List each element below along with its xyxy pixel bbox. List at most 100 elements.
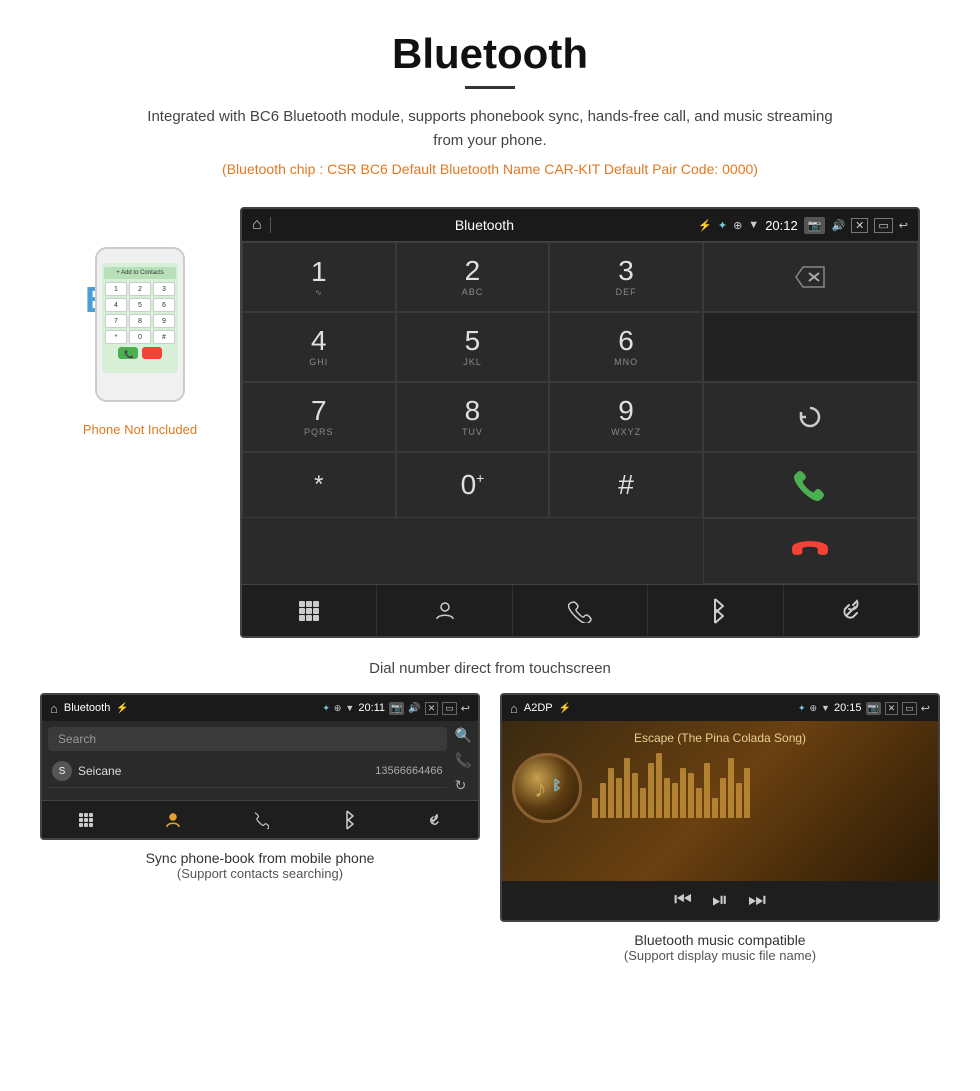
nav-call-pb[interactable] [216,801,303,838]
phone-key: 8 [129,314,151,328]
location-icon: ⊕ [733,219,742,232]
refresh-icon-side[interactable]: ↻ [455,777,472,794]
eq-bar [680,768,686,818]
svg-text:♪: ♪ [534,773,547,803]
eq-bar [664,778,670,818]
back-icon-small: ↩ [461,702,470,715]
music-statusbar-right: ✦ ⊕ ▼ 20:15 📷 ✕ ▭ ↩ [798,702,930,715]
dial-key-2[interactable]: 2 ABC [396,242,550,312]
play-pause-button[interactable]: ⏯ [712,889,728,912]
phonebook-card: ⌂ Bluetooth ⚡ ✦ ⊕ ▼ 20:11 📷 🔊 ✕ ▭ ↩ [40,693,480,963]
search-icon-side[interactable]: 🔍 [455,727,472,744]
music-body: Escape (The Pina Colada Song) ♪ [502,721,938,881]
eq-bar [648,763,654,818]
phone-key: 3 [153,282,175,296]
eq-bar [592,798,598,818]
volume-icon[interactable]: 🔊 [831,219,845,232]
eq-bar [696,788,702,818]
call-icon-side[interactable]: 📞 [455,752,472,769]
album-art: ♪ [512,753,582,823]
dial-key-0[interactable]: 0+ [396,452,550,518]
close-icon[interactable]: ✕ [851,218,868,233]
phone-key: 4 [105,298,127,312]
music-card: ⌂ A2DP ⚡ ✦ ⊕ ▼ 20:15 📷 ✕ ▭ ↩ Escape (The… [500,693,940,963]
dial-key-5[interactable]: 5 JKL [396,312,550,382]
nav-contacts-pb[interactable] [129,801,216,838]
phone-key: 9 [153,314,175,328]
music-content: ♪ [512,753,928,823]
dial-subtitle: Dial number direct from touchscreen [0,660,980,677]
nav-contacts[interactable] [377,585,512,636]
camera-icon[interactable]: 📷 [804,217,826,234]
vol-icon-small: 🔊 [408,703,420,714]
wifi-icon-small: ▼ [345,703,354,713]
clock: 20:12 [765,218,798,233]
back-icon[interactable]: ↩ [899,219,908,232]
dial-key-1[interactable]: 1 ∿ [242,242,396,312]
dial-key-3[interactable]: 3 DEF [549,242,703,312]
phonebook-statusbar-right: ✦ ⊕ ▼ 20:11 📷 🔊 ✕ ▭ ↩ [322,702,470,715]
page-header: Bluetooth Integrated with BC6 Bluetooth … [0,0,980,197]
nav-keypad-pb[interactable] [42,801,129,838]
dial-key-4[interactable]: 4 GHI [242,312,396,382]
not-included-label: Phone Not Included [83,422,197,437]
phonebook-screen: ⌂ Bluetooth ⚡ ✦ ⊕ ▼ 20:11 📷 🔊 ✕ ▭ ↩ [40,693,480,840]
eq-bar [736,783,742,818]
page-description: Integrated with BC6 Bluetooth module, su… [140,105,840,153]
dial-key-call-green[interactable] [703,452,918,518]
nav-keypad[interactable] [242,585,377,636]
eq-bar [720,778,726,818]
search-bar[interactable]: Search [48,727,447,751]
dial-key-backspace[interactable] [703,242,918,312]
dial-key-9[interactable]: 9 WXYZ [549,382,703,452]
music-controls: ⏮ ⏯ ⏭ [502,881,938,920]
usb-icon-small: ⚡ [116,703,128,714]
close-icon-small: ✕ [425,702,439,715]
eq-bar [624,758,630,818]
prev-button[interactable]: ⏮ [674,889,692,912]
bluetooth-status-icon: ✦ [718,219,727,232]
dial-key-6[interactable]: 6 MNO [549,312,703,382]
nav-bt-pb[interactable] [304,801,391,838]
vol-icon-music: ✕ [885,702,899,715]
phonebook-layout: Search S Seicane 13566664466 🔍 📞 ↻ [42,721,478,800]
statusbar-app-name: Bluetooth [455,217,514,233]
loc-icon-music: ⊕ [810,703,818,714]
home-icon-music[interactable]: ⌂ [510,701,518,716]
phone-key: 7 [105,314,127,328]
dial-key-7[interactable]: 7 PQRS [242,382,396,452]
song-title: Escape (The Pina Colada Song) [634,731,806,745]
eq-bar [656,753,662,818]
phone-bottom-keys: 📞 [118,347,162,359]
nav-link-pb[interactable] [391,801,478,838]
dial-key-8[interactable]: 8 TUV [396,382,550,452]
window-icon[interactable]: ▭ [874,218,892,233]
phone-key: # [153,330,175,344]
eq-bar [640,788,646,818]
dial-key-star[interactable]: * [242,452,396,518]
dial-key-hash[interactable]: # [549,452,703,518]
nav-bluetooth[interactable] [648,585,783,636]
next-button[interactable]: ⏭ [748,889,766,912]
phone-screen-bar: + Add to Contacts [104,267,176,279]
home-icon[interactable]: ⌂ [252,216,262,234]
main-screenshot-area: B + Add to Contacts 1 [0,197,980,648]
time-small: 20:11 [358,702,385,714]
dial-key-empty-2 [703,312,918,382]
phonebook-bottom-nav [42,800,478,838]
phone-key: * [105,330,127,344]
nav-link[interactable] [784,585,918,636]
music-statusbar: ⌂ A2DP ⚡ ✦ ⊕ ▼ 20:15 📷 ✕ ▭ ↩ [502,695,938,721]
dial-key-call-red[interactable] [703,518,918,584]
dial-key-refresh[interactable] [703,382,918,452]
statusbar: ⌂ Bluetooth ⚡ ✦ ⊕ ▼ 20:12 📷 🔊 ✕ ▭ ↩ [242,209,918,241]
car-dial-screen: ⌂ Bluetooth ⚡ ✦ ⊕ ▼ 20:12 📷 🔊 ✕ ▭ ↩ 1 [240,207,920,638]
phone-keypad-small: 1 2 3 4 5 6 7 8 9 * 0 # [105,282,175,344]
phone-end-button [142,347,162,359]
phonebook-list: Search S Seicane 13566664466 [42,721,453,800]
eq-bar [600,783,606,818]
eq-bars [592,758,928,818]
nav-call[interactable] [513,585,648,636]
cam-icon-small: 📷 [389,702,404,715]
home-icon-small[interactable]: ⌂ [50,701,58,716]
